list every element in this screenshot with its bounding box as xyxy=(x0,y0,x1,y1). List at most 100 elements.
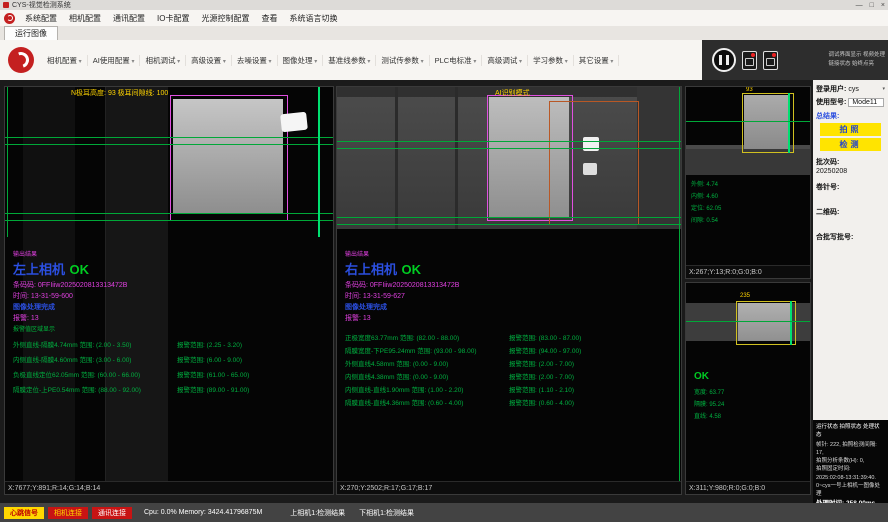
connector-blob xyxy=(280,112,308,133)
field-qrcode: 二维码: xyxy=(816,207,885,226)
highlight-blob xyxy=(583,163,597,175)
overlay-line xyxy=(5,220,333,221)
menu-io-config[interactable]: IO卡配置 xyxy=(151,13,195,24)
camera-view-left[interactable]: N极耳高度: 93 极耳间隙线: 100 输出结果 左上相机 OK 条码码: 0… xyxy=(4,86,334,495)
field-batch-code: 批次码: 20250208 xyxy=(816,157,885,176)
field-needle-no: 卷针号: xyxy=(816,182,885,201)
camera-view-small-2[interactable]: 235 OK 宽度: 63.77 隔膜: 95.24 直线: 4.58 X:31… xyxy=(685,282,811,495)
result-badge-1: 拍照 xyxy=(820,123,881,136)
camera-image-left[interactable]: N极耳高度: 93 极耳间隙线: 100 输出结果 左上相机 OK 条码码: 0… xyxy=(5,87,333,483)
menu-language[interactable]: 系统语言切换 xyxy=(283,13,343,24)
toolbar: 相机配置 AI使用配置 相机调试 高级设置 去噪设置 图像处理 基准线参数 测试… xyxy=(0,40,888,80)
machine-seam xyxy=(395,87,398,229)
tool-advanced-debug[interactable]: 高级调试 xyxy=(482,55,528,66)
app-logo-large-icon xyxy=(8,47,34,73)
alarm-note: 报警值区域显示 xyxy=(13,324,55,333)
alarm-count: 报警: 13 xyxy=(13,313,39,323)
tool-denoise[interactable]: 去噪设置 xyxy=(232,55,278,66)
overlay-line xyxy=(337,224,681,225)
time-text: 时间: 13-31-59-627 xyxy=(345,291,405,301)
app-logo-icon xyxy=(4,13,15,24)
camera-image-middle[interactable]: AI识别模式 输出结果 右上相机 OK 条码码: 0FFIiiw20250208… xyxy=(337,87,681,483)
stats-line: 0~cys一号上相机一图像处理 xyxy=(816,482,885,499)
roi-rectangle-yellow xyxy=(742,93,794,153)
alarm-count: 报警: 13 xyxy=(345,313,371,323)
titlebar: CYS-视觉检测系统 — □ × xyxy=(0,0,888,10)
measurement-row: 内侧直线4.38mm 范围: (0.00 - 9.00) 报警范围: (2.00… xyxy=(345,369,677,382)
measurement-row: 负极直线定位62.05mm 范围: (60.00 - 66.00) 报警范围: … xyxy=(13,366,329,381)
annotation-yellow: 93 xyxy=(746,87,753,93)
heartbeat-badge: 心跳信号 xyxy=(4,507,44,519)
tool-ai-config[interactable]: AI使用配置 xyxy=(88,55,141,66)
result-badge-2: 检测 xyxy=(820,138,881,151)
tool-camera-config[interactable]: 相机配置 xyxy=(42,55,88,66)
measurement-row: 外侧直线4.58mm 范围: (0.00 - 9.00) 报警范围: (2.00… xyxy=(345,356,677,369)
stats-panel: 运行状态 拍照状态 处理状态 帧针: 222, 拍照检测间隔: 17, 拍照分析… xyxy=(813,420,888,503)
maximize-button[interactable]: □ xyxy=(870,2,874,9)
camera-view-middle[interactable]: AI识别模式 输出结果 右上相机 OK 条码码: 0FFIiiw20250208… xyxy=(336,86,682,495)
tool-image-process[interactable]: 图像处理 xyxy=(278,55,324,66)
menu-camera-config[interactable]: 相机配置 xyxy=(63,13,107,24)
process-status: 图像处理完成 xyxy=(13,302,55,312)
app-window: CYS-视觉检测系统 — □ × 系统配置 相机配置 通讯配置 IO卡配置 光源… xyxy=(0,0,888,522)
model-value[interactable]: Mode11 xyxy=(848,98,884,107)
stats-line: 2025:02:08-13:31:39:40. xyxy=(816,474,885,482)
pause-button-icon[interactable] xyxy=(712,48,736,72)
field-lot-no: 合批写批号: xyxy=(816,232,885,251)
measurement-row: 内侧直线-直线1.90mm 范围: (1.00 - 2.20) 报警范围: (1… xyxy=(345,382,677,395)
measurement-row: 正极宽度63.77mm 范围: (82.00 - 88.00) 报警范围: (8… xyxy=(345,330,677,343)
control-info-text: 调试界面显示 视频处理 链接状态 始终点亮 xyxy=(828,51,885,69)
menu-light-config[interactable]: 光源控制配置 xyxy=(195,13,255,24)
camera-title: 左上相机 xyxy=(13,262,65,277)
control-info-line2: 链接状态 始终点亮 xyxy=(828,60,885,69)
tool-advanced-settings[interactable]: 高级设置 xyxy=(186,55,232,66)
overlay-line xyxy=(686,121,810,122)
result-note: 输出结果 xyxy=(13,249,37,258)
overlay-vline-cyan xyxy=(788,93,790,153)
tool-learning-params[interactable]: 学习参数 xyxy=(528,55,574,66)
lower-camera-result: 下相机1:检测结果 xyxy=(359,508,414,518)
camera-toggle-1-icon[interactable] xyxy=(742,51,757,70)
result-note: 输出结果 xyxy=(345,249,369,258)
camera-view-small-1[interactable]: 93 外侧: 4.74 内侧: 4.60 定位: 62.05 间隙: 0.54 … xyxy=(685,86,811,279)
result-status: OK xyxy=(694,371,709,382)
tool-test-params[interactable]: 测试传参数 xyxy=(376,55,429,66)
total-result-label: 总结果: xyxy=(816,111,885,121)
measurement-row: 隔膜定位-上PE0.54mm 范围: (88.00 - 92.00) 报警范围:… xyxy=(13,381,329,396)
overlay-vline-cyan xyxy=(318,87,320,237)
camera-image-small-2[interactable]: 235 OK 宽度: 63.77 隔膜: 95.24 直线: 4.58 xyxy=(686,283,810,483)
tool-baseline-params[interactable]: 基准线参数 xyxy=(323,55,376,66)
camera-image-small-1[interactable]: 93 外侧: 4.74 内侧: 4.60 定位: 62.05 间隙: 0.54 xyxy=(686,87,810,267)
stats-line: 拍照固定时间: xyxy=(816,465,885,473)
camera-connect-badge: 相机连接 xyxy=(48,507,88,519)
camera-toggle-2-icon[interactable] xyxy=(763,51,778,70)
measurement-row: 隔膜直线-直线4.36mm 范围: (0.60 - 4.00) 报警范围: (0… xyxy=(345,395,677,408)
roi-rectangle-magenta xyxy=(170,95,288,221)
minimize-button[interactable]: — xyxy=(856,2,863,9)
annotation-yellow: 235 xyxy=(740,293,750,299)
pixel-readout-small-1: X:267;Y:13;R:0;G:0;B:0 xyxy=(686,265,810,278)
annotation-yellow: AI识别模式 xyxy=(495,88,530,98)
process-status: 图像处理完成 xyxy=(345,302,387,312)
overlay-line xyxy=(337,141,681,142)
overlay-line xyxy=(337,217,681,218)
app-icon xyxy=(3,2,9,8)
overlay-line xyxy=(5,213,333,214)
chevron-down-icon[interactable]: ▾ xyxy=(882,86,885,92)
tool-other-settings[interactable]: 其它设置 xyxy=(574,55,620,66)
tool-plc-standard[interactable]: PLC电标准 xyxy=(430,55,483,66)
barcode-text: 条码码: 0FFIiiw2025020813313472B xyxy=(345,280,459,290)
pixel-readout-small-2: X:311;Y:980;R:0;G:0;B:0 xyxy=(686,481,810,494)
model-label: 使用型号: xyxy=(816,97,846,107)
tool-camera-debug[interactable]: 相机调试 xyxy=(140,55,186,66)
close-button[interactable]: × xyxy=(881,2,885,9)
result-status: OK xyxy=(401,262,421,277)
menu-view[interactable]: 查看 xyxy=(255,13,283,24)
pixel-readout-middle: X:270;Y:2502;R:17;G:17;B:17 xyxy=(337,481,681,494)
window-title: CYS-视觉检测系统 xyxy=(12,0,71,10)
machine-seam xyxy=(455,87,458,229)
tab-run-image[interactable]: 运行图像 xyxy=(4,26,58,40)
menu-system-config[interactable]: 系统配置 xyxy=(19,13,63,24)
overlay-vline-cyan xyxy=(790,301,792,345)
menu-comm-config[interactable]: 通讯配置 xyxy=(107,13,151,24)
